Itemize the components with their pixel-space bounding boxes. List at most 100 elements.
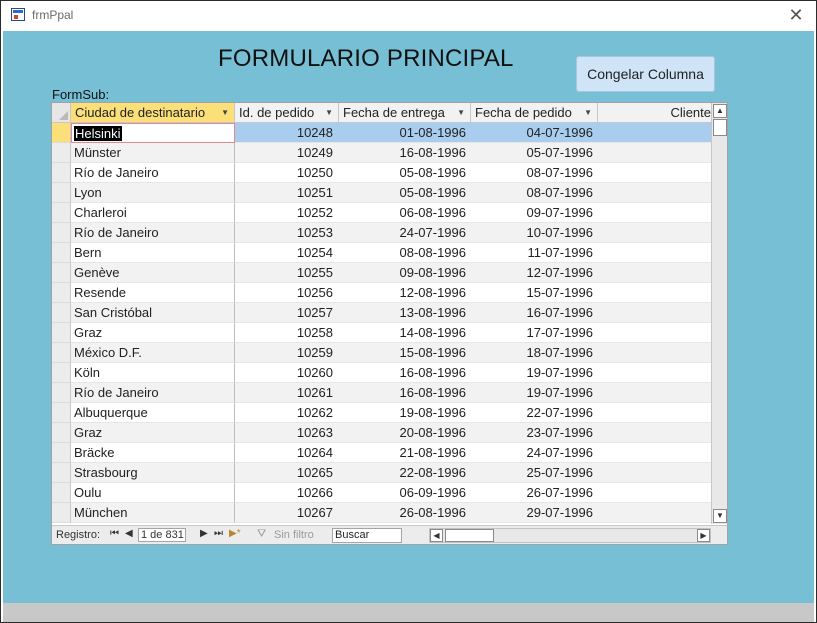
cell-customer[interactable] <box>598 343 711 363</box>
cell-city[interactable]: Strasbourg <box>71 463 235 483</box>
cell-delivery-date[interactable]: 01-08-1996 <box>339 123 471 143</box>
cell-delivery-date[interactable]: 06-08-1996 <box>339 203 471 223</box>
cell-city[interactable]: Bern <box>71 243 235 263</box>
record-selector[interactable] <box>52 443 71 463</box>
table-row[interactable]: München 10267 26-08-1996 29-07-1996 <box>52 503 711 523</box>
cell-city[interactable]: San Cristóbal <box>71 303 235 323</box>
previous-record-icon[interactable]: ◀ <box>125 528 133 539</box>
cell-order-id[interactable]: 10267 <box>235 503 339 523</box>
cell-city[interactable]: Río de Janeiro <box>71 223 235 243</box>
table-row[interactable]: Genève 10255 09-08-1996 12-07-1996 <box>52 263 711 283</box>
record-selector[interactable] <box>52 163 71 183</box>
table-row[interactable]: Köln 10260 16-08-1996 19-07-1996 <box>52 363 711 383</box>
cell-city[interactable]: Lyon <box>71 183 235 203</box>
record-selector[interactable] <box>52 423 71 443</box>
cell-delivery-date[interactable]: 13-08-1996 <box>339 303 471 323</box>
record-selector[interactable] <box>52 283 71 303</box>
cell-city[interactable]: Köln <box>71 363 235 383</box>
cell-city[interactable]: Oulu <box>71 483 235 503</box>
cell-order-date[interactable]: 19-07-1996 <box>471 363 598 383</box>
table-row[interactable]: San Cristóbal 10257 13-08-1996 16-07-1996 <box>52 303 711 323</box>
cell-order-date[interactable]: 11-07-1996 <box>471 243 598 263</box>
record-selector[interactable] <box>52 323 71 343</box>
cell-city[interactable]: Graz <box>71 323 235 343</box>
cell-order-id[interactable]: 10250 <box>235 163 339 183</box>
chevron-down-icon[interactable]: ▼ <box>325 103 333 122</box>
cell-delivery-date[interactable]: 06-09-1996 <box>339 483 471 503</box>
cell-order-date[interactable]: 23-07-1996 <box>471 423 598 443</box>
cell-customer[interactable] <box>598 283 711 303</box>
cell-delivery-date[interactable]: 19-08-1996 <box>339 403 471 423</box>
record-selector[interactable] <box>52 143 71 163</box>
cell-delivery-date[interactable]: 12-08-1996 <box>339 283 471 303</box>
chevron-down-icon[interactable]: ▼ <box>457 103 465 122</box>
cell-order-date[interactable]: 19-07-1996 <box>471 383 598 403</box>
cell-city[interactable]: Albuquerque <box>71 403 235 423</box>
cell-order-id[interactable]: 10256 <box>235 283 339 303</box>
cell-order-date[interactable]: 24-07-1996 <box>471 443 598 463</box>
cell-city[interactable]: Río de Janeiro <box>71 383 235 403</box>
column-header-customer[interactable]: Cliente <box>598 103 711 122</box>
cell-customer[interactable] <box>598 203 711 223</box>
cell-order-date[interactable]: 05-07-1996 <box>471 143 598 163</box>
cell-city[interactable]: Bräcke <box>71 443 235 463</box>
cell-delivery-date[interactable]: 15-08-1996 <box>339 343 471 363</box>
record-position-field[interactable]: 1 de 831 <box>138 528 186 542</box>
cell-customer[interactable] <box>598 503 711 523</box>
cell-city[interactable]: Helsinki <box>71 123 235 143</box>
table-row[interactable]: Río de Janeiro 10250 05-08-1996 08-07-1996 <box>52 163 711 183</box>
cell-delivery-date[interactable]: 09-08-1996 <box>339 263 471 283</box>
cell-delivery-date[interactable]: 05-08-1996 <box>339 163 471 183</box>
chevron-down-icon[interactable]: ▼ <box>584 103 592 122</box>
cell-customer[interactable] <box>598 383 711 403</box>
record-selector[interactable] <box>52 303 71 323</box>
next-record-icon[interactable]: ▶ <box>200 528 208 539</box>
cell-customer[interactable] <box>598 263 711 283</box>
cell-order-id[interactable]: 10255 <box>235 263 339 283</box>
cell-city[interactable]: Genève <box>71 263 235 283</box>
cell-delivery-date[interactable]: 20-08-1996 <box>339 423 471 443</box>
cell-city[interactable]: México D.F. <box>71 343 235 363</box>
record-selector[interactable] <box>52 263 71 283</box>
cell-order-date[interactable]: 29-07-1996 <box>471 503 598 523</box>
cell-order-date[interactable]: 12-07-1996 <box>471 263 598 283</box>
cell-order-date[interactable]: 15-07-1996 <box>471 283 598 303</box>
cell-order-date[interactable]: 16-07-1996 <box>471 303 598 323</box>
cell-customer[interactable] <box>598 363 711 383</box>
cell-order-id[interactable]: 10252 <box>235 203 339 223</box>
cell-customer[interactable] <box>598 223 711 243</box>
last-record-icon[interactable]: ⏭ <box>214 528 223 539</box>
column-header-city[interactable]: Ciudad de destinatario ▼ <box>71 103 235 122</box>
cell-delivery-date[interactable]: 24-07-1996 <box>339 223 471 243</box>
cell-delivery-date[interactable]: 16-08-1996 <box>339 143 471 163</box>
cell-customer[interactable] <box>598 463 711 483</box>
cell-customer[interactable] <box>598 303 711 323</box>
table-row[interactable]: Albuquerque 10262 19-08-1996 22-07-1996 <box>52 403 711 423</box>
cell-order-date[interactable]: 08-07-1996 <box>471 163 598 183</box>
cell-order-id[interactable]: 10257 <box>235 303 339 323</box>
cell-customer[interactable] <box>598 443 711 463</box>
new-record-icon[interactable]: ▶* <box>229 528 241 539</box>
chevron-down-icon[interactable]: ▼ <box>221 103 229 122</box>
cell-delivery-date[interactable]: 16-08-1996 <box>339 363 471 383</box>
cell-order-date[interactable]: 18-07-1996 <box>471 343 598 363</box>
record-selector[interactable] <box>52 203 71 223</box>
cell-order-id[interactable]: 10266 <box>235 483 339 503</box>
cell-order-date[interactable]: 08-07-1996 <box>471 183 598 203</box>
vertical-scrollbar[interactable]: ▲ ▼ <box>711 103 727 524</box>
table-row[interactable]: Münster 10249 16-08-1996 05-07-1996 <box>52 143 711 163</box>
cell-order-id[interactable]: 10253 <box>235 223 339 243</box>
table-row[interactable]: Lyon 10251 05-08-1996 08-07-1996 <box>52 183 711 203</box>
scroll-thumb[interactable] <box>713 119 727 136</box>
record-selector[interactable] <box>52 223 71 243</box>
cell-order-date[interactable]: 04-07-1996 <box>471 123 598 143</box>
cell-customer[interactable] <box>598 423 711 443</box>
cell-customer[interactable] <box>598 183 711 203</box>
cell-customer[interactable] <box>598 323 711 343</box>
record-selector[interactable] <box>52 483 71 503</box>
cell-order-date[interactable]: 09-07-1996 <box>471 203 598 223</box>
table-row[interactable]: Graz 10263 20-08-1996 23-07-1996 <box>52 423 711 443</box>
scroll-up-icon[interactable]: ▲ <box>713 104 727 118</box>
cell-order-id[interactable]: 10249 <box>235 143 339 163</box>
horizontal-scrollbar[interactable]: ◀ ▶ <box>429 528 711 543</box>
